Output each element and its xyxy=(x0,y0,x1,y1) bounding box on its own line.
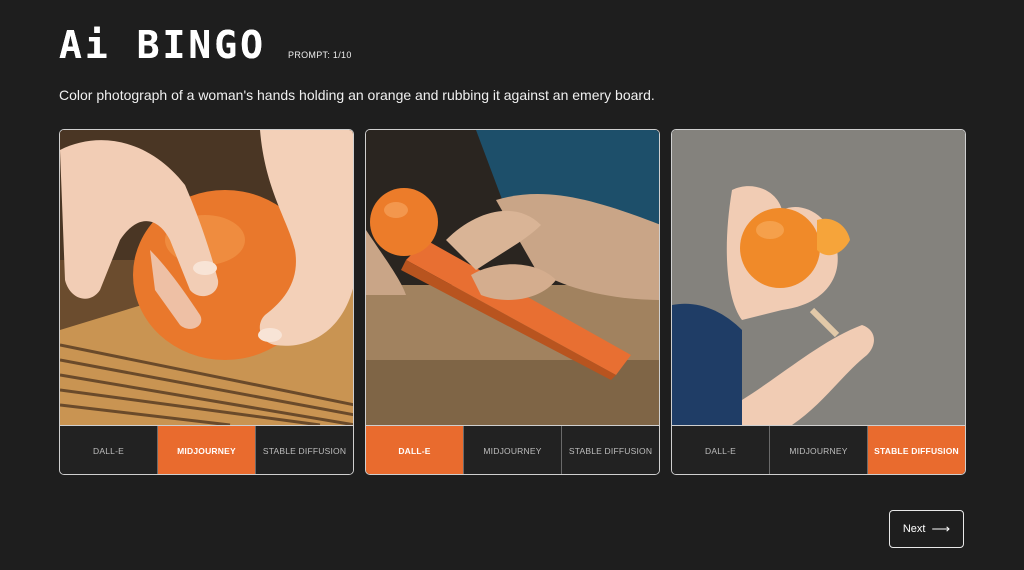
model-options-3: DALL-E MIDJOURNEY STABLE DIFFUSION xyxy=(672,425,965,474)
long-arrow-right-icon: ⟶ xyxy=(931,521,951,536)
option-dall-e[interactable]: DALL-E xyxy=(366,426,464,474)
generated-image-1 xyxy=(60,130,353,425)
option-dall-e[interactable]: DALL-E xyxy=(672,426,770,474)
generated-image-3 xyxy=(672,130,965,425)
prompt-text: Color photograph of a woman's hands hold… xyxy=(59,87,655,103)
prompt-counter: PROMPT: 1/10 xyxy=(288,50,352,60)
image-cards: DALL-E MIDJOURNEY STABLE DIFFUSION DALL-… xyxy=(59,129,966,475)
option-midjourney[interactable]: MIDJOURNEY xyxy=(770,426,868,474)
image-card-2: DALL-E MIDJOURNEY STABLE DIFFUSION xyxy=(365,129,660,475)
option-stable-diffusion[interactable]: STABLE DIFFUSION xyxy=(562,426,659,474)
option-stable-diffusion[interactable]: STABLE DIFFUSION xyxy=(868,426,965,474)
model-options-1: DALL-E MIDJOURNEY STABLE DIFFUSION xyxy=(60,425,353,474)
next-button-label: Next xyxy=(902,523,926,535)
option-midjourney[interactable]: MIDJOURNEY xyxy=(158,426,256,474)
model-options-2: DALL-E MIDJOURNEY STABLE DIFFUSION xyxy=(366,425,659,474)
option-stable-diffusion[interactable]: STABLE DIFFUSION xyxy=(256,426,353,474)
logo: Ai BINGO xyxy=(59,23,267,67)
option-midjourney[interactable]: MIDJOURNEY xyxy=(464,426,562,474)
header: Ai BINGO PROMPT: 1/10 xyxy=(59,26,352,64)
next-button[interactable]: Next ⟶ xyxy=(889,510,964,548)
image-card-3: DALL-E MIDJOURNEY STABLE DIFFUSION xyxy=(671,129,966,475)
image-card-1: DALL-E MIDJOURNEY STABLE DIFFUSION xyxy=(59,129,354,475)
option-dall-e[interactable]: DALL-E xyxy=(60,426,158,474)
generated-image-2 xyxy=(366,130,659,425)
